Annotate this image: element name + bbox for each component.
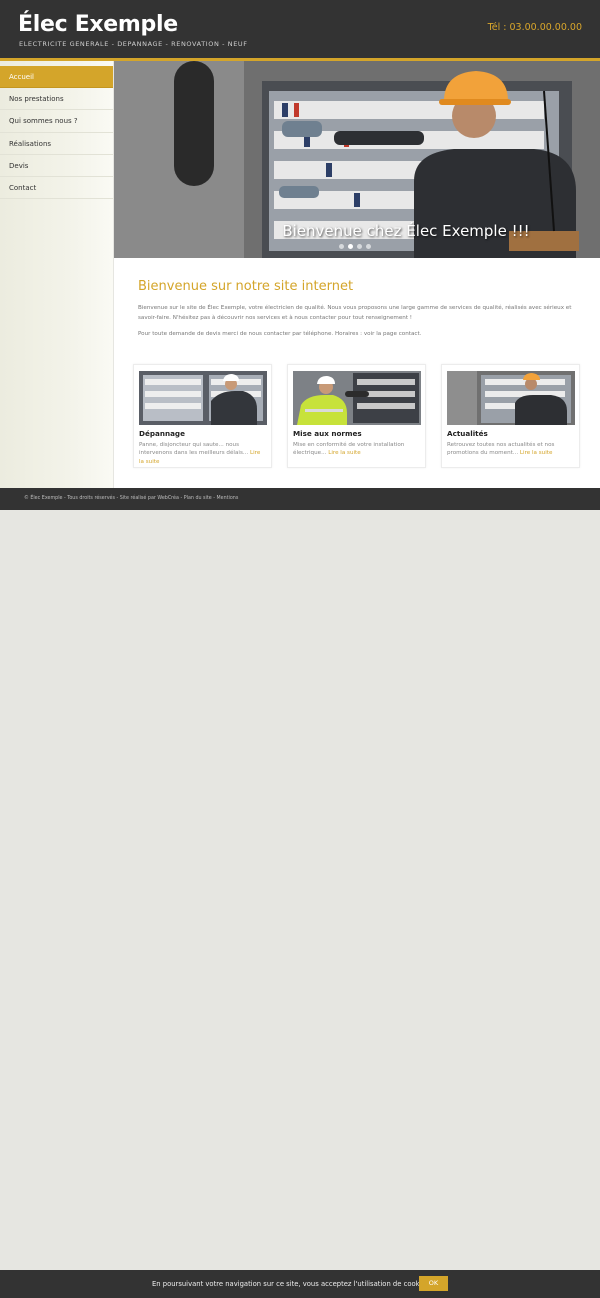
sidebar-item-contact[interactable]: Contact	[0, 177, 113, 200]
phone-number[interactable]: Tél : 03.00.00.00.00	[488, 22, 582, 33]
slider-dot[interactable]	[366, 244, 371, 249]
card-image[interactable]	[447, 371, 575, 425]
cookie-banner: En poursuivant votre navigation sur ce s…	[0, 1270, 600, 1298]
card-mise-aux-normes[interactable]: Mise aux normes Mise en conformité de vo…	[287, 364, 426, 468]
sidebar-nav: Accueil Nos prestations Qui sommes nous …	[0, 61, 113, 488]
card-image[interactable]	[139, 371, 267, 425]
sidebar-item-qui-sommes-nous[interactable]: Qui sommes nous ?	[0, 110, 113, 133]
card-description: Panne, disjoncteur qui saute... nous int…	[139, 441, 264, 466]
contact-paragraph: Pour toute demande de devis merci de nou…	[138, 331, 422, 337]
card-title: Dépannage	[139, 429, 185, 438]
site-footer: © Élec Exemple - Tous droits réservés - …	[0, 488, 600, 510]
page-title: Bienvenue sur notre site internet	[138, 279, 354, 294]
cookie-message: En poursuivant votre navigation sur ce s…	[152, 1280, 432, 1288]
sidebar-item-devis[interactable]: Devis	[0, 155, 113, 177]
read-more-link[interactable]: Lire la suite	[328, 450, 360, 456]
intro-paragraph: Bienvenue sur le site de Élec Exemple, v…	[138, 305, 572, 321]
card-image-mise-aux-normes	[293, 371, 421, 425]
slider-dots	[339, 244, 371, 249]
cookie-ok-button[interactable]: OK	[419, 1276, 448, 1291]
footer-text: © Élec Exemple - Tous droits réservés - …	[24, 496, 239, 501]
card-image[interactable]	[293, 371, 421, 425]
card-title: Actualités	[447, 429, 488, 438]
card-description-text: Panne, disjoncteur qui saute... nous int…	[139, 442, 249, 457]
hero-caption: Bienvenue chez Élec Exemple !!!	[282, 222, 530, 240]
welcome-section: Bienvenue sur notre site internet Bienve…	[138, 279, 578, 345]
card-description: Mise en conformité de votre installation…	[293, 441, 418, 458]
site-logo[interactable]: Élec Exemple	[18, 12, 178, 37]
sidebar-item-prestations[interactable]: Nos prestations	[0, 88, 113, 111]
sidebar-item-accueil[interactable]: Accueil	[0, 66, 113, 89]
card-title: Mise aux normes	[293, 429, 362, 438]
slider-dot[interactable]	[357, 244, 362, 249]
card-description: Retrouvez toutes nos actualités et nos p…	[447, 441, 572, 458]
main-content: Bienvenue chez Élec Exemple !!! Bienvenu…	[114, 61, 600, 488]
card-actualites[interactable]: Actualités Retrouvez toutes nos actualit…	[441, 364, 580, 468]
card-image-depannage	[139, 371, 267, 425]
card-depannage[interactable]: Dépannage Panne, disjoncteur qui saute..…	[133, 364, 272, 468]
slider-dot-active[interactable]	[348, 244, 353, 249]
service-cards: Dépannage Panne, disjoncteur qui saute..…	[133, 364, 583, 468]
card-image-actualites	[447, 371, 575, 425]
site-header: Élec Exemple ELECTRICITE GENERALE - DEPA…	[0, 0, 600, 58]
hero-slider[interactable]: Bienvenue chez Élec Exemple !!!	[114, 61, 600, 258]
slider-dot[interactable]	[339, 244, 344, 249]
sidebar-item-realisations[interactable]: Réalisations	[0, 133, 113, 155]
read-more-link[interactable]: Lire la suite	[520, 450, 552, 456]
site-tagline: ELECTRICITE GENERALE - DEPANNAGE - RENOV…	[19, 40, 248, 48]
